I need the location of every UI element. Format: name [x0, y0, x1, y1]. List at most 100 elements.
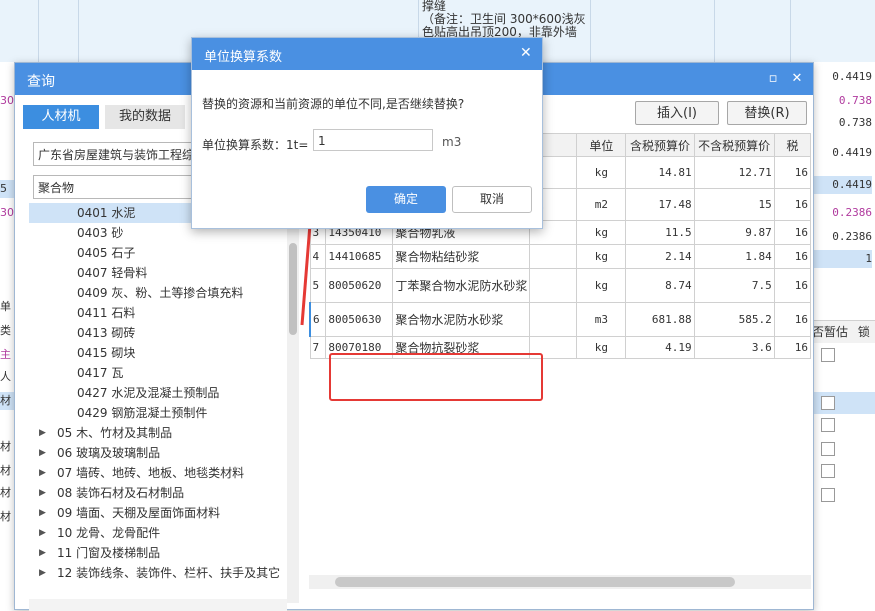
expand-arrow-icon[interactable]: ▶	[39, 543, 46, 563]
grid-cell-price_notax: 12.71	[693, 156, 775, 189]
cancel-button[interactable]: 取消	[452, 186, 532, 213]
grid-cell-price_notax: 585.2	[693, 302, 775, 337]
estimate-checkbox[interactable]	[821, 464, 835, 478]
bg-value: 0.4419	[832, 70, 872, 83]
tree-item[interactable]: 0427 水泥及混凝土预制品	[29, 383, 301, 403]
grid-cell-unit: kg	[576, 220, 627, 245]
grid-header-cell[interactable]: 税	[773, 133, 811, 157]
bg-header-lock: 锁	[857, 325, 870, 339]
bg-left-label: 主	[0, 348, 11, 361]
bg-right-header: 否暂估 锁	[812, 320, 875, 343]
grid-cell-name: 聚合物粘结砂浆	[392, 244, 531, 269]
grid-cell-no: 7	[309, 336, 327, 359]
grid-cell-price_notax: 1.84	[693, 244, 775, 269]
category-tree: 0401 水泥 0403 砂 0405 石子 0407 轻骨料 0409 灰、粉、土等掺…	[29, 203, 301, 595]
bg-value: 0.2386	[832, 206, 872, 219]
bg-left-label: 30	[0, 94, 14, 107]
tree-item[interactable]: 0407 轻骨料	[29, 263, 301, 283]
estimate-checkbox[interactable]	[821, 348, 835, 362]
grid-header-cell[interactable]: 不含税预算价	[693, 133, 775, 157]
bg-left-label: 材	[0, 392, 14, 410]
grid-cell-spec	[529, 302, 578, 337]
tree-hscrollbar[interactable]	[29, 599, 287, 611]
estimate-checkbox[interactable]	[821, 396, 835, 410]
bg-header-estimate: 否暂估	[812, 325, 849, 339]
tree-item-label: 0413 砌砖	[77, 326, 136, 340]
bg-left-label: 材	[0, 510, 11, 523]
unit-conversion-dialog: 单位换算系数 ✕ 替换的资源和当前资源的单位不同,是否继续替换? 单位换算系数：…	[191, 37, 543, 229]
grid-header-cell[interactable]: 含税预算价	[625, 133, 695, 157]
tree-item[interactable]: 0415 砌块	[29, 343, 301, 363]
bg-left-label: 单	[0, 300, 11, 313]
bg-value: 0.4419	[812, 176, 872, 194]
grid-hscrollbar-thumb[interactable]	[335, 577, 735, 587]
bg-left-label: 5	[0, 180, 14, 198]
grid-header-cell[interactable]: 单位	[576, 133, 627, 157]
tree-item[interactable]: 0413 砌砖	[29, 323, 301, 343]
search-input[interactable]: 聚合物	[33, 175, 201, 199]
grid-cell-spec	[529, 244, 578, 269]
expand-arrow-icon[interactable]: ▶	[39, 443, 46, 463]
tree-item[interactable]: 0429 钢筋混凝土预制件	[29, 403, 301, 423]
maximize-icon[interactable]: ▫	[765, 71, 781, 87]
close-icon[interactable]: ✕	[789, 71, 805, 87]
tree-item-label: 0407 轻骨料	[77, 266, 148, 280]
tree-item-label: 07 墙砖、地砖、地板、地毯类材料	[57, 466, 245, 480]
bg-value: 0.2386	[832, 230, 872, 243]
grid-cell-spec	[529, 268, 578, 303]
grid-cell-code: 14410685	[325, 244, 394, 269]
estimate-checkbox[interactable]	[821, 418, 835, 432]
table-row[interactable]: 5 80050620 丁苯聚合物水泥防水砂浆 kg 8.74 7.5 16	[309, 268, 811, 303]
grid-cell-price_tax: 11.5	[625, 220, 695, 245]
expand-arrow-icon[interactable]: ▶	[39, 563, 46, 583]
tree-item-label: 0429 钢筋混凝土预制件	[77, 406, 208, 420]
dialog-titlebar: 单位换算系数 ✕	[192, 38, 542, 70]
tree-item-label: 09 墙面、天棚及屋面饰面材料	[57, 506, 221, 520]
tree-item[interactable]: ▶ 10 龙骨、龙骨配件	[29, 523, 301, 543]
grid-cell-rate: 16	[773, 268, 811, 303]
tree-item[interactable]: ▶ 12 装饰线条、装饰件、栏杆、扶手及其它	[29, 563, 301, 583]
conversion-factor-input[interactable]: 1	[313, 129, 433, 151]
tree-item[interactable]: ▶ 09 墙面、天棚及屋面饰面材料	[29, 503, 301, 523]
tab-materials[interactable]: 人材机	[23, 105, 99, 129]
estimate-checkbox[interactable]	[821, 488, 835, 502]
grid-cell-code: 80050630	[325, 302, 394, 337]
tree-item[interactable]: ▶ 07 墙砖、地砖、地板、地毯类材料	[29, 463, 301, 483]
expand-arrow-icon[interactable]: ▶	[39, 423, 46, 443]
quota-library-select[interactable]: 广东省房屋建筑与装饰工程综	[33, 142, 201, 166]
tree-item-label: 0415 砌块	[77, 346, 136, 360]
conversion-unit: m3	[442, 135, 462, 149]
grid-cell-price_tax: 8.74	[625, 268, 695, 303]
tree-item[interactable]: 0411 石料	[29, 303, 301, 323]
grid-cell-price_tax: 17.48	[625, 188, 695, 221]
tree-item[interactable]: ▶ 11 门窗及楼梯制品	[29, 543, 301, 563]
background-left-column: 30 5 30 单 类别 主 人 材 材 材 材 材	[0, 62, 14, 610]
tree-item[interactable]: 0405 石子	[29, 243, 301, 263]
tree-item[interactable]: ▶ 05 木、竹材及其制品	[29, 423, 301, 443]
tree-item[interactable]: 0409 灰、粉、土等掺合填充料	[29, 283, 301, 303]
tree-item-label: 0409 灰、粉、土等掺合填充料	[77, 286, 244, 300]
dialog-close-icon[interactable]: ✕	[520, 45, 532, 61]
tree-item[interactable]: ▶ 06 玻璃及玻璃制品	[29, 443, 301, 463]
grid-cell-unit: m2	[576, 188, 627, 221]
expand-arrow-icon[interactable]: ▶	[39, 503, 46, 523]
table-row[interactable]: 6 80050630 聚合物水泥防水砂浆 m3 681.88 585.2 16	[309, 302, 811, 337]
insert-button[interactable]: 插入(I)	[635, 101, 719, 125]
tree-item[interactable]: 0417 瓦	[29, 363, 301, 383]
estimate-checkbox[interactable]	[821, 442, 835, 456]
grid-cell-price_notax: 7.5	[693, 268, 775, 303]
replace-button[interactable]: 替换(R)	[727, 101, 807, 125]
expand-arrow-icon[interactable]: ▶	[39, 463, 46, 483]
grid-cell-price_notax: 9.87	[693, 220, 775, 245]
tab-my-data[interactable]: 我的数据	[105, 105, 185, 129]
bg-cell	[590, 0, 715, 62]
tree-item-label: 08 装饰石材及石材制品	[57, 486, 185, 500]
ok-button[interactable]: 确定	[366, 186, 446, 213]
grid-cell-unit: kg	[576, 268, 627, 303]
tree-item[interactable]: ▶ 08 装饰石材及石材制品	[29, 483, 301, 503]
bg-value: 0.738	[838, 116, 872, 129]
expand-arrow-icon[interactable]: ▶	[39, 523, 46, 543]
table-row[interactable]: 4 14410685 聚合物粘结砂浆 kg 2.14 1.84 16	[309, 244, 811, 269]
expand-arrow-icon[interactable]: ▶	[39, 483, 46, 503]
grid-cell-rate: 16	[773, 336, 811, 359]
